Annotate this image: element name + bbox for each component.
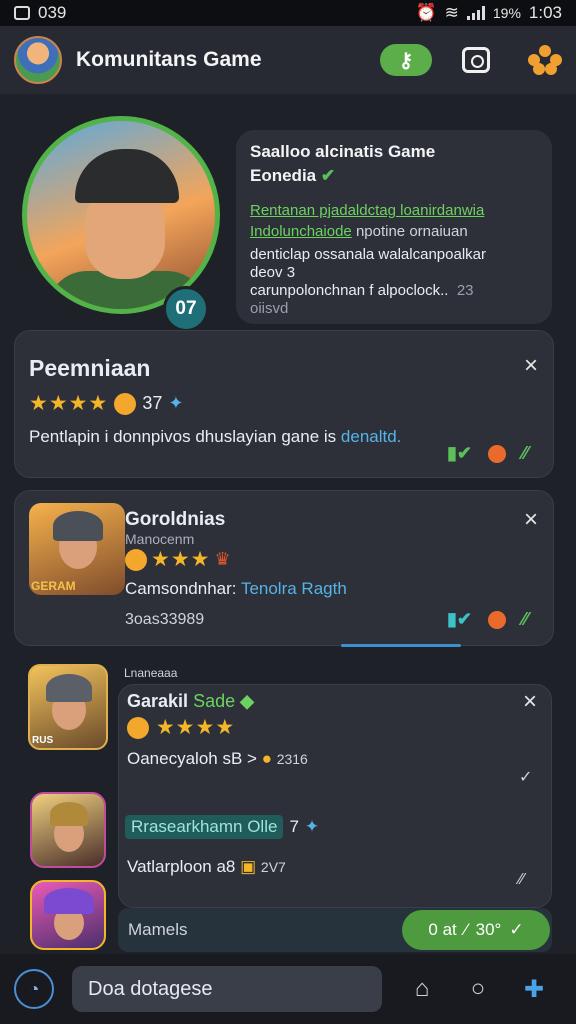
thumb-label: RUS	[32, 735, 54, 746]
key-icon: ⚷	[398, 49, 414, 72]
share-icon[interactable]: ⁄⁄	[522, 609, 528, 630]
info-link-1[interactable]: Rentanan pjadaldctag loanirdanwia	[250, 202, 484, 219]
bottom-row-label: Mamels	[128, 920, 188, 939]
like-icon[interactable]: ▮✔	[447, 609, 472, 630]
like-icon[interactable]: ▮✔	[447, 443, 472, 464]
card1-actions: ▮✔ ⁄⁄	[447, 443, 528, 464]
slash-icon: ⁄	[464, 920, 468, 939]
app-header: Komunitans Game ⚷	[0, 26, 576, 94]
check-icon: ✓	[509, 920, 524, 939]
screenshot-icon	[14, 6, 30, 20]
game-thumbnail-3[interactable]: RUS	[28, 664, 108, 750]
smile-emoji-icon	[127, 717, 149, 740]
card1-link[interactable]: denaltd.	[341, 427, 402, 446]
card2-rating: ★★★ ♛	[125, 547, 231, 572]
medal-icon: ●	[261, 749, 272, 768]
clock-icon[interactable]: ◔	[14, 969, 54, 1009]
share-icon[interactable]: ⁄⁄	[522, 443, 528, 464]
smile-emoji-icon	[125, 548, 147, 571]
card1-title: Peemniaan	[29, 355, 151, 381]
info-description: denticlap ossanala walalcanpoalkar deov …	[250, 246, 486, 317]
card2-title: Goroldnias	[125, 509, 226, 530]
camera-icon[interactable]	[462, 47, 490, 73]
smile-emoji-icon	[114, 392, 137, 415]
profile-info-card: Saalloo alcinatis Game Eonedia ✔ Rentana…	[236, 130, 552, 324]
card3-chip[interactable]: Rrasearkhamn Olle 7 ✦	[125, 815, 319, 839]
settings-flower-icon[interactable]	[528, 45, 562, 75]
card1-description: Pentlapin i donnpivos dhuslayian gane is…	[29, 427, 402, 446]
game-thumbnail-5[interactable]	[30, 880, 106, 950]
close-icon[interactable]: ×	[520, 354, 542, 378]
star-rating: ★★★★	[29, 392, 109, 415]
close-icon[interactable]: ×	[519, 690, 541, 714]
card3-line1: Oanecyaloh sB > ● 2316	[127, 749, 308, 768]
bottom-dock: ◔ Doa dotagese ⌂ ○ ✚	[0, 954, 576, 1024]
signal-icon	[466, 6, 485, 20]
game-thumbnail-4[interactable]	[30, 792, 106, 868]
battery-level: 19%	[492, 5, 521, 21]
wifi-icon: ≋	[444, 3, 459, 22]
verified-icon: ✔	[320, 166, 336, 185]
crown-icon: ♛	[214, 549, 231, 569]
card2-description: Camsondnhar: Tenolra Ragth	[125, 579, 347, 598]
home-icon[interactable]: ⌂	[406, 973, 438, 1005]
search-icon[interactable]: ○	[462, 973, 494, 1005]
card2-link[interactable]: Tenolra Ragth	[241, 579, 347, 598]
info-subtitle: Eonedia ✔	[250, 166, 336, 185]
check-icon: ✓	[519, 769, 533, 786]
sparkle-icon: ✦	[168, 393, 184, 413]
alarm-icon: ⏰	[415, 3, 437, 22]
heart-icon[interactable]	[488, 610, 506, 629]
heart-icon[interactable]	[488, 444, 506, 463]
info-link-2[interactable]: Indolunchaiode	[250, 223, 352, 240]
trophy-icon: ▣	[240, 857, 257, 876]
thumb-label: GERAM	[31, 579, 76, 593]
page-title: Komunitans Game	[76, 48, 262, 71]
game-card-1[interactable]: Peemniaan × ★★★★ 37 ✦ Pentlapin i donnpi…	[14, 330, 554, 478]
info-links[interactable]: Rentanan pjadaldctag loanirdanwia Indolu…	[250, 200, 538, 242]
puzzle-icon[interactable]: ✚	[518, 973, 550, 1005]
card2-subtitle: Manocenm	[125, 531, 195, 547]
card2-actions: ▮✔ ⁄⁄	[447, 609, 528, 630]
star-rating: ★★★★	[127, 715, 235, 740]
card3-title: Garakil Sade ◆	[127, 691, 254, 711]
bottom-row[interactable]: Mamels 0 at ⁄ 30° ✓	[118, 908, 552, 952]
diamond-icon: ◆	[240, 691, 254, 711]
section-label: Lnaneaaa	[124, 666, 178, 680]
close-icon[interactable]: ×	[520, 508, 542, 532]
key-button[interactable]: ⚷	[380, 44, 432, 76]
game-card-2[interactable]: GERAM Goroldnias Manocenm ★★★ ♛ Camsondn…	[14, 490, 554, 647]
card2-meta: 3oas33989	[125, 611, 205, 628]
star-rating: ★★★	[151, 548, 211, 571]
user-avatar[interactable]	[14, 36, 62, 84]
bottom-pill[interactable]: 0 at ⁄ 30° ✓	[402, 910, 550, 950]
level-badge: 07	[163, 286, 209, 332]
avatar-cap	[75, 149, 179, 203]
card3-line3: Vatlarploon a8 ▣ 2V7	[127, 857, 286, 876]
message-input[interactable]: Doa dotagese	[72, 966, 382, 1012]
status-time-right: 1:03	[528, 3, 562, 22]
progress-underline	[341, 644, 461, 647]
expand-icon[interactable]: ⁄⁄	[519, 871, 524, 889]
profile-avatar[interactable]	[22, 116, 220, 314]
sparkle-icon: ✦	[304, 817, 320, 836]
card1-rating: ★★★★ 37 ✦	[29, 392, 184, 415]
info-title: Saalloo alcinatis Game	[250, 142, 436, 161]
status-time-left: 039	[38, 3, 67, 22]
game-thumbnail-2[interactable]: GERAM	[29, 503, 125, 595]
status-bar: 039 ⏰ ≋ 19% 1:03	[0, 0, 576, 26]
game-card-3[interactable]: Garakil Sade ◆ × ★★★★ Oanecyaloh sB > ● …	[118, 684, 552, 908]
